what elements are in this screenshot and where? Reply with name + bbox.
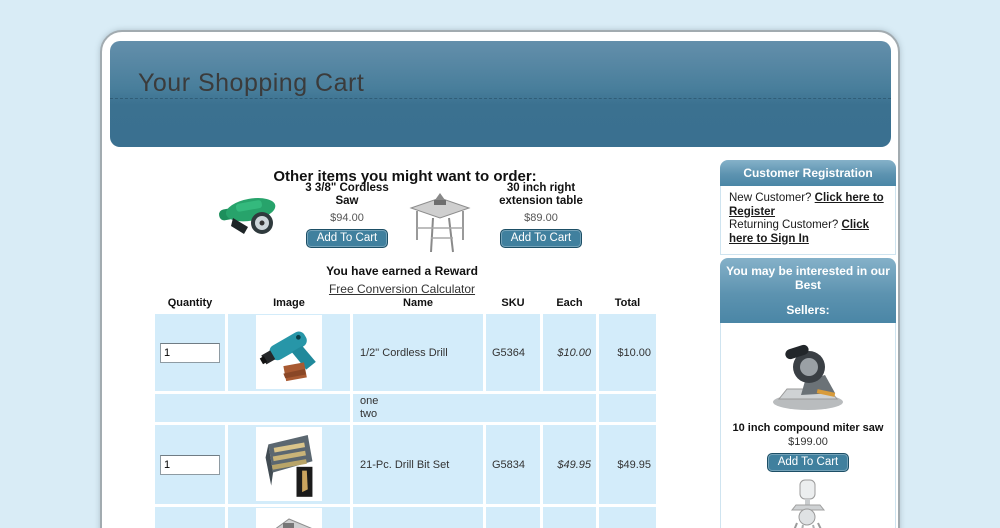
add-to-cart-button[interactable]: Add To Cart [306,229,389,248]
cart-row: 21-Pc. Drill Bit Set G5834 $49.95 $49.95 [155,425,656,504]
cart-note-row: one two [155,394,656,422]
page-title: Your Shopping Cart [138,69,364,98]
header-banner: Your Shopping Cart [110,41,891,147]
suggested-item-price: $89.00 [483,212,599,224]
item-name-cell: 21-Pc. Drill Bit Set [353,425,483,504]
suggested-item-name: 30 inch right extension table [483,182,599,208]
customer-registration-box: Customer Registration New Customer? Clic… [720,160,896,255]
suggested-item-name: 3 3/8" Cordless Saw [297,182,397,208]
cart-row-partial [155,507,656,528]
best-sellers-body: 10 inch compound miter saw $199.00 Add T… [720,323,896,528]
new-customer-label: New Customer? [729,192,811,204]
col-header-image: Image [228,297,350,311]
note-line-two: two [360,408,377,420]
cart-table: Quantity Image Name SKU Each Total [152,294,659,528]
best-sellers-title-line1: You may be interested in our Best [726,264,890,292]
note-spacer-cell [155,394,350,422]
quantity-input[interactable] [160,455,220,475]
image-cell [228,425,350,504]
item-name-cell [353,507,483,528]
item-total-cell: $49.95 [599,425,656,504]
suggested-item: 30 inch right extension table $89.00 Add… [483,182,599,248]
reward-message: You have earned a Reward [102,264,702,278]
item-each-cell: $10.00 [543,314,596,391]
cart-header-row: Quantity Image Name SKU Each Total [155,297,656,311]
item-total-cell [599,507,656,528]
drill-bit-set-image [256,427,322,501]
best-sellers-header: You may be interested in our Best Seller… [720,258,896,323]
item-total-cell: $10.00 [599,314,656,391]
customer-registration-header: Customer Registration [720,160,896,186]
quantity-cell [155,507,225,528]
item-sku-cell: G5834 [486,425,540,504]
cordless-circular-saw-image [217,190,287,245]
item-sku-cell [486,507,540,528]
suggested-items-row: 3 3/8" Cordless Saw $94.00 Add To Cart [110,182,706,261]
quantity-cell [155,425,225,504]
item-each-cell [543,507,596,528]
compound-miter-saw-image [721,339,895,418]
best-sellers-box: You may be interested in our Best Seller… [720,258,896,528]
col-header-sku: SKU [486,297,540,311]
cart-row: 1/2" Cordless Drill G5364 $10.00 $10.00 [155,314,656,391]
best-sellers-title-line2: Sellers: [726,303,890,317]
note-total-cell [599,394,656,422]
banner-divider [110,98,891,99]
col-header-total: Total [599,297,656,311]
note-text-cell: one two [353,394,596,422]
col-header-each: Each [543,297,596,311]
add-to-cart-button[interactable]: Add To Cart [767,453,850,472]
table-saw-extension-image [407,190,473,261]
suggested-item-price: $94.00 [297,212,397,224]
customer-registration-body: New Customer? Click here to Register Ret… [720,186,896,255]
band-saw-image [721,478,895,528]
content-card: Your Shopping Cart Other items you might… [100,30,900,528]
cordless-drill-image [256,315,322,389]
note-line-one: one [360,395,378,407]
best-seller-name: 10 inch compound miter saw [721,422,895,434]
col-header-quantity: Quantity [155,297,225,311]
returning-customer-label: Returning Customer? [729,219,838,231]
image-cell [228,507,350,528]
quantity-input[interactable] [160,343,220,363]
page: Your Shopping Cart Other items you might… [0,0,1000,528]
best-seller-price: $199.00 [721,436,895,448]
col-header-name: Name [353,297,483,311]
item-name-cell: 1/2" Cordless Drill [353,314,483,391]
image-cell [228,314,350,391]
item-each-cell: $49.95 [543,425,596,504]
suggested-item: 3 3/8" Cordless Saw $94.00 Add To Cart [297,182,397,248]
add-to-cart-button[interactable]: Add To Cart [500,229,583,248]
quantity-cell [155,314,225,391]
item-sku-cell: G5364 [486,314,540,391]
machine-image [256,508,322,528]
